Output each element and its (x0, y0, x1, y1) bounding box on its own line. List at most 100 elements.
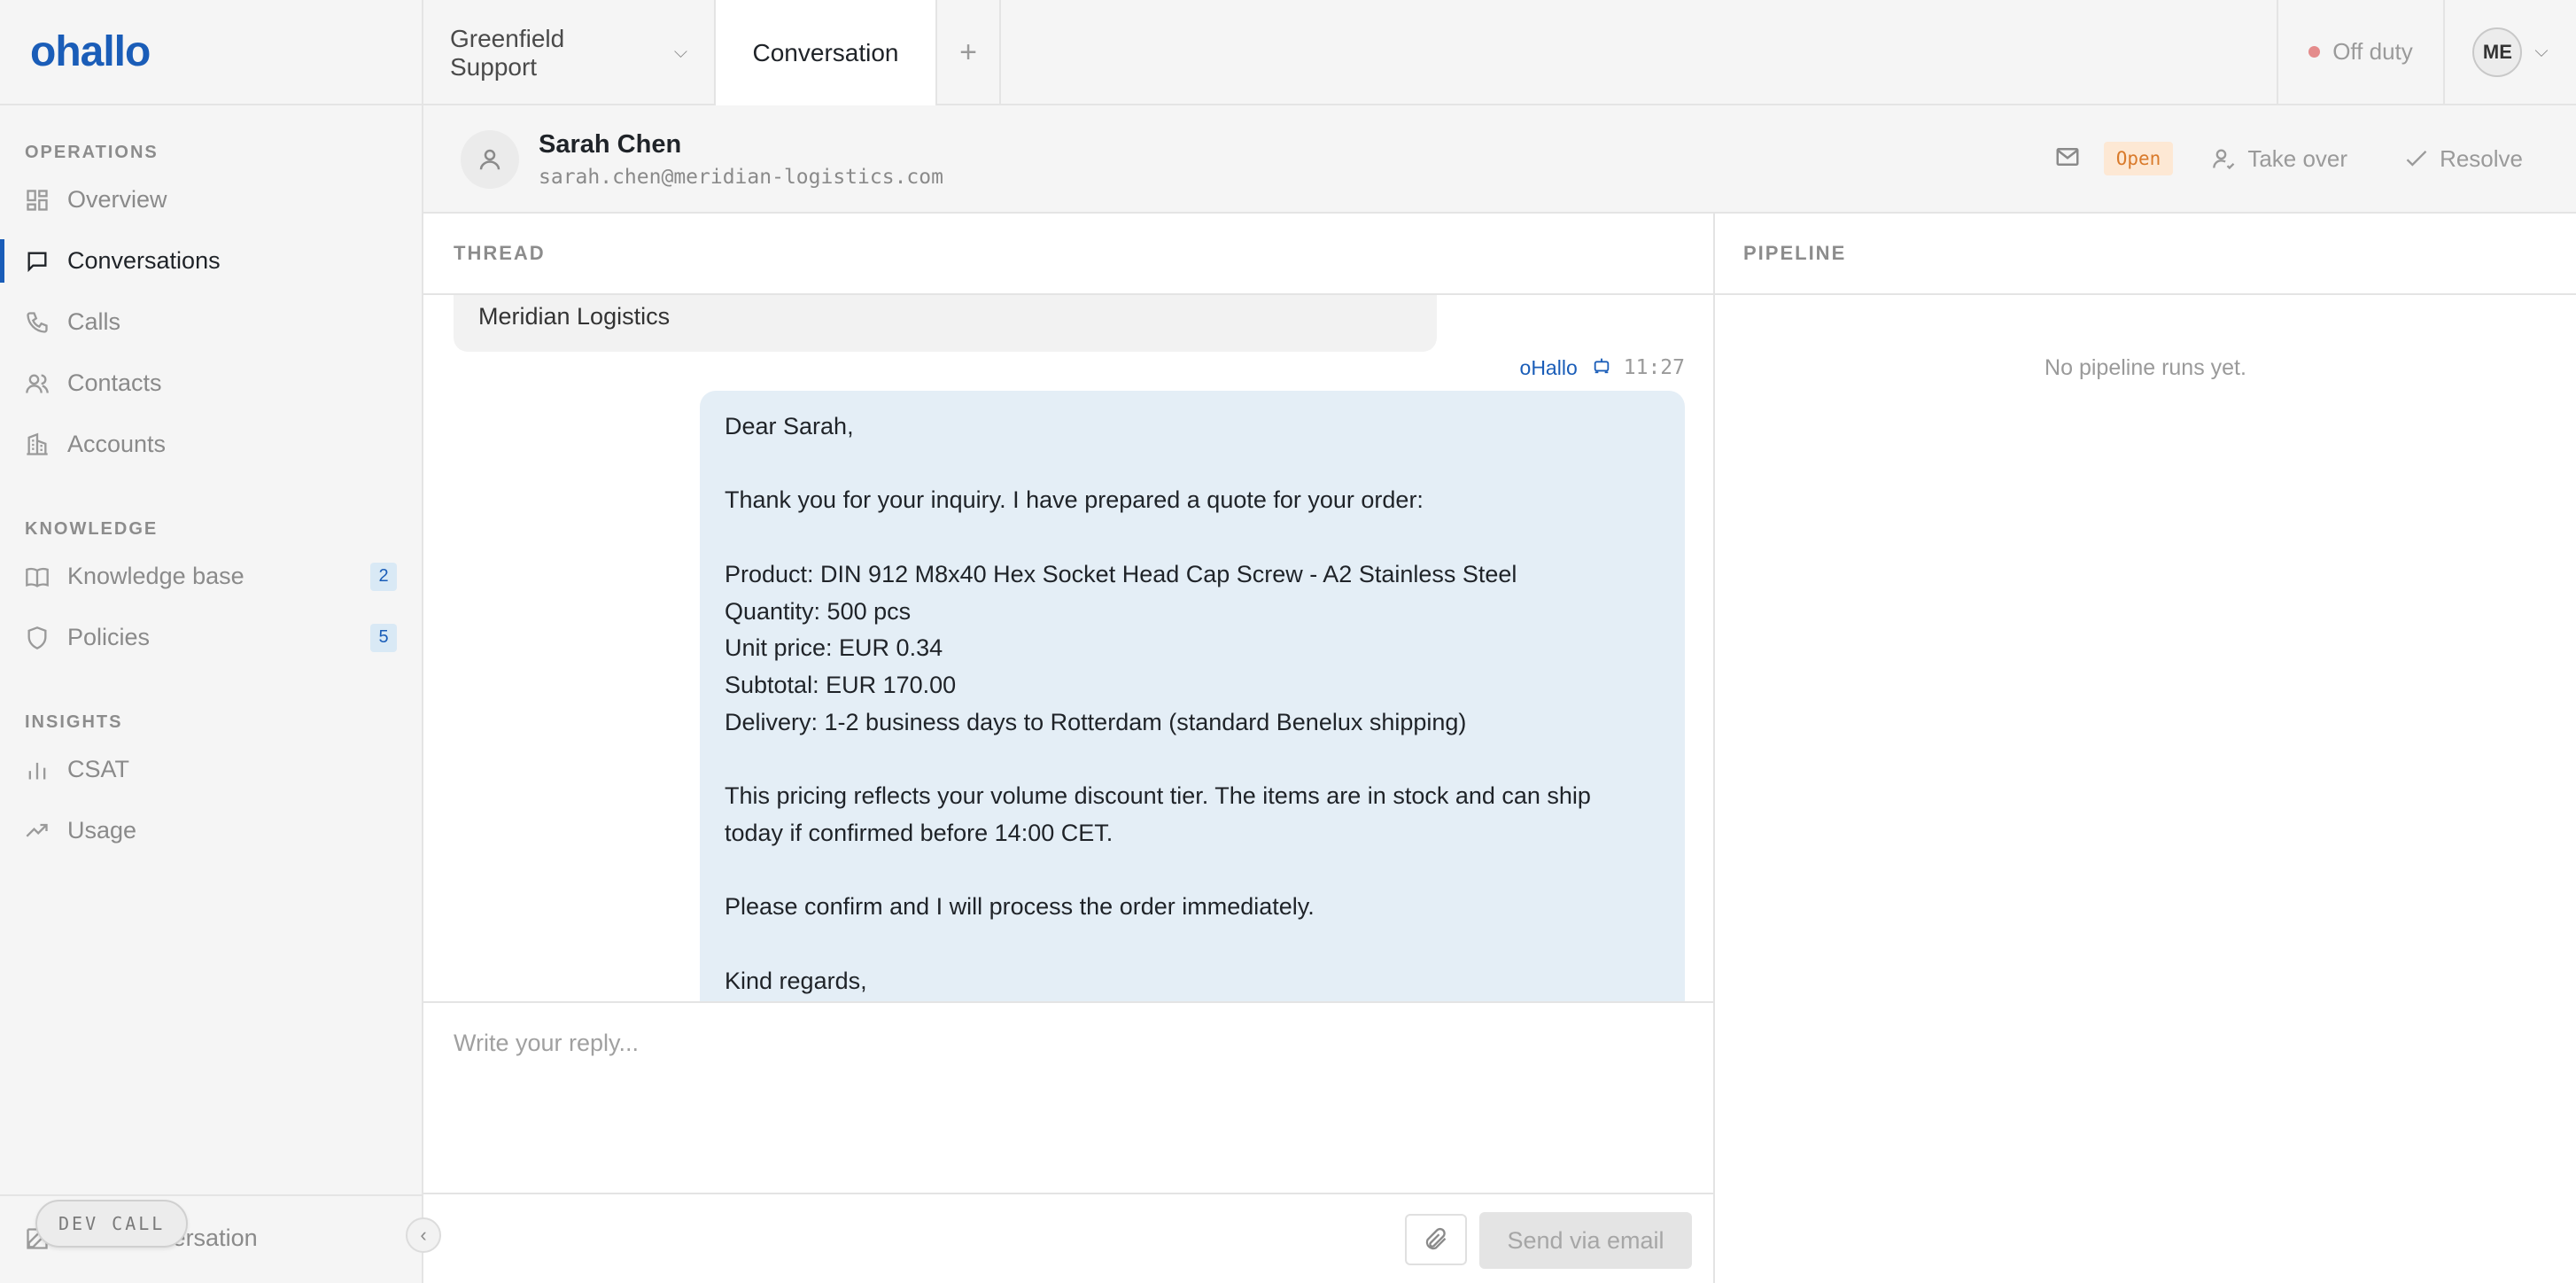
message-line: Please confirm and I will process the or… (725, 893, 1315, 921)
conversation-header: Sarah Chen sarah.chen@meridian-logistics… (423, 105, 2576, 214)
sidebar-item-label: Policies (67, 624, 151, 650)
dev-call-button[interactable]: DEV CALL (35, 1200, 189, 1248)
message-line: This pricing reflects your volume discou… (725, 782, 1591, 810)
nav-heading-insights: INSIGHTS (25, 711, 123, 732)
sidebar-item-label: Usage (67, 817, 137, 844)
message-line: Product: DIN 912 M8x40 Hex Socket Head C… (725, 560, 1517, 587)
status-badge: Open (2103, 142, 2174, 175)
logo[interactable]: ohallo (0, 0, 422, 105)
sidebar-item-conversations[interactable]: Conversations (0, 230, 422, 292)
reply-composer: Send via email (423, 1001, 1713, 1283)
sidebar-item-label: CSAT (67, 756, 130, 782)
take-over-button[interactable]: Take over (2212, 145, 2347, 173)
mail-icon (2054, 144, 2081, 175)
workspace-selector[interactable]: Greenfield Support ⌵ (423, 0, 716, 105)
message-line: Delivery: 1-2 business days to Rotterdam… (725, 708, 1467, 735)
status-dot (2308, 46, 2321, 58)
message-line (725, 741, 1660, 778)
sidebar-item-label: Contacts (67, 369, 162, 396)
tab-conversation[interactable]: Conversation (716, 0, 937, 105)
sidebar-item-knowledge-base[interactable]: Knowledge base 2 (0, 546, 422, 607)
take-over-label: Take over (2247, 144, 2348, 172)
logo-text: ohallo (30, 28, 151, 75)
attach-button[interactable] (1405, 1214, 1467, 1265)
composer-toolbar: Send via email (423, 1193, 1713, 1283)
book-icon (25, 564, 50, 589)
user-icon (479, 149, 500, 170)
thread-pane: THREAD Meridian Logistics oHallo 11:27 D… (423, 214, 1715, 1283)
send-via-email-button[interactable]: Send via email (1479, 1212, 1692, 1269)
message-meta: oHallo 11:27 (1520, 355, 1685, 380)
sidebar-item-accounts[interactable]: Accounts (0, 414, 422, 475)
sidebar-item-label: Accounts (67, 431, 167, 457)
message-bubble: Dear Sarah, Thank you for your inquiry. … (700, 391, 1685, 1001)
check-icon (2406, 151, 2427, 167)
message-time: 11:27 (1623, 356, 1685, 379)
message-line (725, 446, 1660, 483)
chat-icon (25, 249, 50, 274)
reply-input[interactable] (454, 1030, 1676, 1154)
message-line (725, 851, 1660, 889)
add-tab-button[interactable]: + (937, 0, 1001, 105)
sidebar-item-policies[interactable]: Policies 5 (0, 607, 422, 668)
message-line (725, 519, 1660, 556)
contact-name: Sarah Chen (539, 130, 682, 159)
building-icon (25, 432, 50, 457)
resolve-button[interactable]: Resolve (2404, 145, 2523, 173)
bot-icon (1578, 355, 1624, 380)
header-actions: Open Take over Resolve (2054, 141, 2523, 176)
message-line: today if confirmed before 14:00 CET. (725, 819, 1113, 846)
sidebar-item-csat[interactable]: CSAT (0, 739, 422, 800)
thread-heading: THREAD (423, 214, 1713, 295)
message-line: Quantity: 500 pcs (725, 597, 912, 625)
people-icon (25, 371, 50, 396)
message-line: Dear Sarah, (725, 413, 854, 439)
thread-scroll-area[interactable]: Meridian Logistics oHallo 11:27 Dear Sar… (423, 295, 1713, 1001)
sidebar-footer: New conversation DEV CALL (0, 1194, 423, 1283)
sidebar-item-usage[interactable]: Usage (0, 800, 422, 861)
contact-avatar (461, 130, 519, 189)
grid-icon (25, 188, 50, 213)
pipeline-heading: PIPELINE (1715, 214, 2576, 295)
workspace-name: Greenfield Support (450, 24, 565, 81)
duty-status-label: Off duty (2332, 38, 2413, 65)
nav-heading-knowledge: KNOWLEDGE (25, 518, 159, 539)
message-line: Thank you for your inquiry. I have prepa… (725, 486, 1424, 514)
pipeline-empty-state: No pipeline runs yet. (2045, 355, 2246, 380)
collapse-sidebar-button[interactable]: ‹ (406, 1217, 441, 1253)
bar-chart-icon (25, 758, 50, 782)
message-sender: oHallo (1519, 355, 1578, 379)
topbar: Greenfield Support ⌵ Conversation + Off … (423, 0, 2576, 105)
sidebar-item-calls[interactable]: Calls (0, 292, 422, 353)
duty-status-toggle[interactable]: Off duty (2277, 0, 2445, 104)
nav-section-knowledge: KNOWLEDGE Knowledge base 2 Policies 5 (0, 512, 422, 668)
sidebar-item-label: Conversations (67, 247, 221, 274)
pipeline-pane: PIPELINE No pipeline runs yet. (1715, 214, 2576, 1283)
message-line: Kind regards, (725, 967, 867, 994)
contact-email: sarah.chen@meridian-logistics.com (539, 166, 943, 189)
sidebar: ohallo OPERATIONS Overview Conversations… (0, 0, 423, 1283)
sidebar-item-label: Knowledge base (67, 563, 244, 589)
sidebar-item-label: Calls (67, 308, 121, 335)
count-badge: 5 (370, 623, 397, 652)
sidebar-item-contacts[interactable]: Contacts (0, 353, 422, 414)
user-check-icon (2213, 149, 2235, 170)
user-menu[interactable]: ME ⌵ (2445, 0, 2576, 104)
nav-section-insights: INSIGHTS CSAT Usage (0, 705, 422, 861)
avatar: ME (2472, 27, 2523, 77)
chevron-down-icon: ⌵ (673, 43, 687, 62)
message-line: Subtotal: EUR 170.00 (725, 671, 957, 698)
paperclip-icon (1425, 1227, 1447, 1250)
previous-message-text: Meridian Logistics (478, 303, 671, 330)
resolve-label: Resolve (2440, 144, 2523, 172)
trend-icon (25, 819, 50, 844)
phone-icon (25, 310, 50, 335)
chevron-down-icon: ⌵ (2534, 42, 2549, 61)
count-badge: 2 (370, 562, 397, 591)
nav-section-operations: OPERATIONS Overview Conversations Calls … (0, 136, 422, 475)
shield-icon (25, 626, 50, 650)
sidebar-item-overview[interactable]: Overview (0, 169, 422, 230)
message-line (725, 926, 1660, 963)
sidebar-item-label: Overview (67, 186, 167, 213)
